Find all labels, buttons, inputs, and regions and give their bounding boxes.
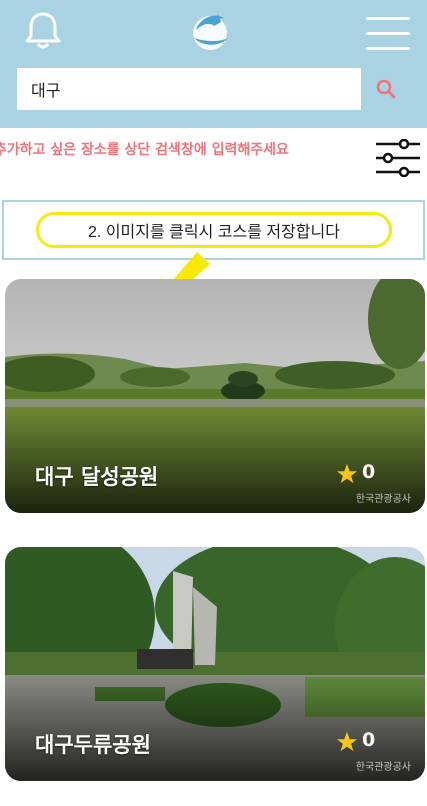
search-input[interactable] <box>17 68 361 110</box>
star-count: 0 <box>362 729 376 751</box>
place-name: 대구 달성공원 <box>35 465 159 489</box>
instruction-text: 추가하고 싶은 장소를 상단 검색창에 입력해주세요 <box>0 142 289 158</box>
hamburger-menu-icon[interactable] <box>366 17 410 51</box>
tip-label: 2. 이미지를 클릭시 코스를 저장합니다 <box>36 212 392 248</box>
search-icon <box>376 79 395 99</box>
place-card-2[interactable]: 대구두류공원 0 한국관광공사 <box>5 547 425 781</box>
watermark: 한국관광공사 <box>355 762 411 773</box>
place-name: 대구두류공원 <box>35 733 151 757</box>
bell-icon[interactable] <box>22 10 64 52</box>
star-icon[interactable] <box>336 731 358 753</box>
sliders-filter-icon[interactable] <box>374 139 422 177</box>
star-count: 0 <box>362 461 376 483</box>
watermark: 한국관광공사 <box>355 494 411 505</box>
search-button[interactable] <box>361 68 410 110</box>
place-card-1[interactable]: 대구 달성공원 0 한국관광공사 <box>5 279 425 513</box>
dolphin-logo-icon[interactable] <box>188 8 232 54</box>
star-icon[interactable] <box>336 463 358 485</box>
